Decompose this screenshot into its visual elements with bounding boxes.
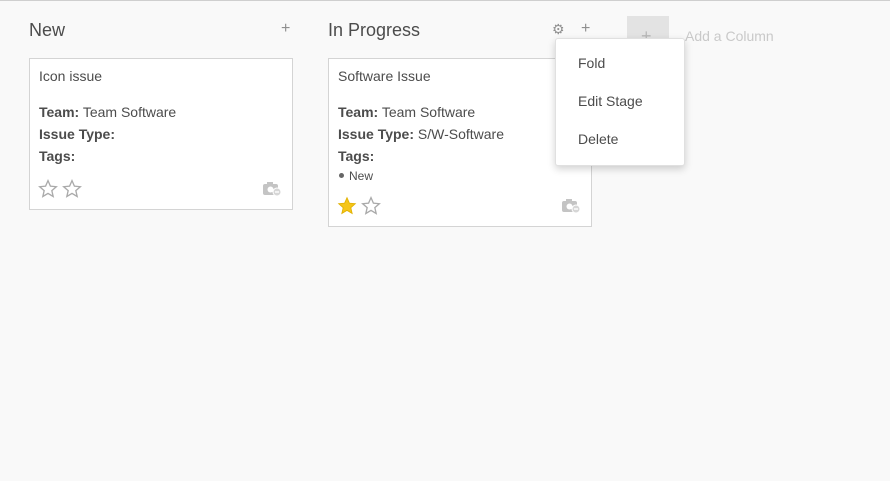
card-title[interactable]: Icon issue (39, 67, 283, 85)
column-title[interactable]: In Progress (328, 20, 420, 40)
plus-icon[interactable]: + (581, 19, 590, 39)
kanban-board: New + Icon issue Team: Team Software Iss… (0, 0, 890, 481)
star-filled-icon[interactable] (337, 196, 357, 216)
card-issue-type: Issue Type: S/W-Software (338, 126, 504, 142)
stage-menu: Fold Edit Stage Delete (555, 38, 685, 166)
camera-icon[interactable] (262, 181, 282, 197)
add-column-label[interactable]: Add a Column (685, 28, 774, 44)
kanban-card[interactable]: Icon issue Team: Team Software Issue Typ… (29, 58, 293, 210)
kanban-card[interactable]: Software Issue Team: Team Software Issue… (328, 58, 592, 227)
tag-dot-icon (339, 173, 344, 179)
menu-item-delete[interactable]: Delete (556, 120, 684, 158)
plus-icon[interactable]: + (281, 19, 290, 39)
star-icon[interactable] (62, 179, 82, 199)
card-team: Team: Team Software (338, 104, 476, 120)
tag-badge[interactable]: New (338, 167, 582, 185)
column-header-new: New + (29, 19, 294, 41)
star-icon[interactable] (38, 179, 58, 199)
card-issue-type: Issue Type: (39, 126, 115, 142)
card-title[interactable]: Software Issue (338, 67, 582, 85)
column-title[interactable]: New (29, 20, 65, 40)
card-team: Team: Team Software (39, 104, 177, 120)
star-icon[interactable] (361, 196, 381, 216)
card-tags: Tags: (338, 148, 375, 164)
card-footer (38, 179, 282, 199)
column-header-in-progress: In Progress ⚙ + (328, 19, 593, 41)
card-tags: Tags: (39, 148, 76, 164)
gear-icon[interactable]: ⚙ (552, 19, 565, 39)
card-footer (337, 196, 581, 216)
menu-item-fold[interactable]: Fold (556, 44, 684, 82)
camera-icon[interactable] (561, 198, 581, 214)
menu-item-edit-stage[interactable]: Edit Stage (556, 82, 684, 120)
